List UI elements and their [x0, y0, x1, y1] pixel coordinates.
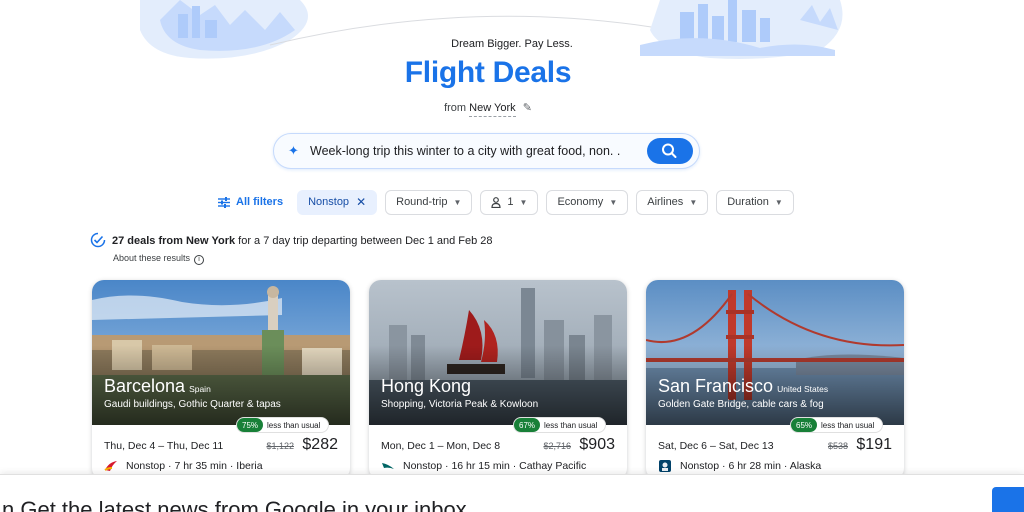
deal-card-san-francisco[interactable]: San Francisco United States Golden Gate B… [646, 280, 904, 480]
pencil-icon[interactable]: ✎ [523, 101, 532, 114]
origin-city[interactable]: New York [469, 102, 516, 117]
trip-type-dropdown[interactable]: Round-trip ▼ [385, 189, 473, 215]
info-icon[interactable]: i [194, 255, 205, 265]
nonstop-label: Nonstop [308, 196, 350, 208]
flight-details: Nonstop · 7 hr 35 min · Iberia [126, 460, 263, 472]
tagline: Dream Bigger. Pay Less. [451, 38, 573, 50]
trip-dates: Sat, Dec 6 – Sat, Dec 13 [658, 440, 774, 452]
duration-dropdown[interactable]: Duration ▼ [716, 189, 794, 215]
verified-check-icon [90, 232, 106, 248]
savings-badge: 67% less than usual [514, 418, 606, 432]
destination-city: Barcelona Spain [104, 376, 211, 397]
usual-price: $538 [827, 441, 848, 451]
destination-description: Golden Gate Bridge, cable cars & fog [658, 399, 824, 410]
country-name: Spain [189, 384, 211, 394]
flight-info: Nonstop · 16 hr 15 min · Cathay Pacific [381, 460, 586, 472]
cathay-pacific-icon [382, 463, 394, 469]
all-filters-label: All filters [236, 196, 284, 208]
search-input[interactable]: Week-long trip this winter to a city wit… [310, 144, 620, 158]
about-results-label: About these results [113, 253, 191, 263]
savings-label: less than usual [544, 420, 598, 430]
usual-price: $2,716 [543, 441, 571, 451]
savings-label: less than usual [267, 420, 321, 430]
deal-card-barcelona[interactable]: Barcelona Spain Gaudi buildings, Gothic Q… [92, 280, 350, 480]
trip-details: for a 7 day trip departing between Dec 1… [235, 235, 493, 247]
airlines-label: Airlines [647, 196, 684, 208]
search-button[interactable] [647, 138, 693, 164]
deal-count: 27 deals from New York [112, 235, 236, 247]
chevron-down-icon: ▼ [609, 197, 618, 207]
all-filters-button[interactable]: All filters [212, 190, 289, 215]
trip-dates: Mon, Dec 1 – Mon, Dec 8 [381, 440, 501, 452]
nonstop-filter-chip[interactable]: Nonstop ✕ [297, 189, 378, 215]
passengers-dropdown[interactable]: 1 ▼ [480, 189, 539, 215]
flight-details: Nonstop · 16 hr 15 min · Cathay Pacific [403, 460, 587, 472]
city-name: Hong Kong [381, 376, 472, 396]
chevron-down-icon: ▼ [519, 197, 528, 207]
deal-search-box[interactable]: ✦ Week-long trip this winter to a city w… [273, 133, 700, 169]
flight-deals-page: Dream Bigger. Pay Less. Flight Deals fro… [0, 0, 1024, 512]
filter-sliders-icon [218, 196, 230, 208]
results-summary-text: 27 deals from New York for a 7 day trip … [112, 235, 493, 247]
about-results-link[interactable]: About these results i [113, 253, 205, 265]
page-title: Flight Deals [404, 56, 572, 89]
destination-city: Hong Kong [381, 376, 471, 397]
destination-city: San Francisco United States [658, 376, 828, 397]
savings-badge: 65% less than usual [791, 418, 883, 432]
iberia-icon [104, 461, 117, 471]
close-icon[interactable]: ✕ [356, 195, 366, 209]
cabin-label: Economy [557, 196, 604, 208]
flight-info: Nonstop · 7 hr 35 min · Iberia [104, 460, 263, 472]
airlines-dropdown[interactable]: Airlines ▼ [636, 189, 709, 215]
deal-price: $903 [579, 436, 615, 453]
newsletter-banner: n Get the latest news from Google in you… [0, 474, 1024, 512]
destination-description: Shopping, Victoria Peak & Kowloon [381, 399, 539, 410]
chevron-down-icon: ▼ [689, 197, 698, 207]
cabin-dropdown[interactable]: Economy ▼ [546, 189, 629, 215]
filter-bar: All filters Nonstop ✕ Round-trip ▼ 1 ▼ E… [212, 189, 802, 215]
chevron-down-icon: ▼ [453, 197, 462, 207]
person-icon [491, 196, 502, 208]
savings-badge: 75% less than usual [237, 418, 329, 432]
sparkle-icon: ✦ [288, 143, 299, 158]
trip-type-label: Round-trip [396, 196, 448, 208]
usual-price: $1,122 [266, 441, 294, 451]
deal-price: $282 [302, 436, 338, 453]
deal-card-hong-kong[interactable]: Hong Kong Shopping, Victoria Peak & Kowl… [369, 280, 627, 480]
newsletter-subscribe-button[interactable] [992, 487, 1024, 512]
savings-percent: 65% [791, 418, 818, 432]
trip-dates: Thu, Dec 4 – Thu, Dec 11 [104, 440, 224, 452]
search-icon [662, 143, 677, 158]
alaska-icon [659, 460, 671, 472]
flight-details: Nonstop · 6 hr 28 min · Alaska [680, 460, 822, 472]
savings-percent: 67% [514, 418, 541, 432]
from-label: from [444, 102, 467, 114]
city-name: Barcelona [104, 376, 186, 396]
destination-description: Gaudi buildings, Gothic Quarter & tapas [104, 399, 281, 410]
newsletter-message: n Get the latest news from Google in you… [2, 497, 467, 512]
passengers-count: 1 [507, 196, 514, 208]
origin-selector[interactable]: from New York ✎ [0, 101, 976, 117]
savings-label: less than usual [821, 420, 875, 430]
savings-percent: 75% [237, 418, 264, 432]
duration-label: Duration [727, 196, 769, 208]
chevron-down-icon: ▼ [774, 197, 783, 207]
deal-price: $191 [856, 436, 892, 453]
city-name: San Francisco [658, 376, 774, 396]
flight-info: Nonstop · 6 hr 28 min · Alaska [658, 460, 821, 472]
country-name: United States [777, 384, 829, 394]
